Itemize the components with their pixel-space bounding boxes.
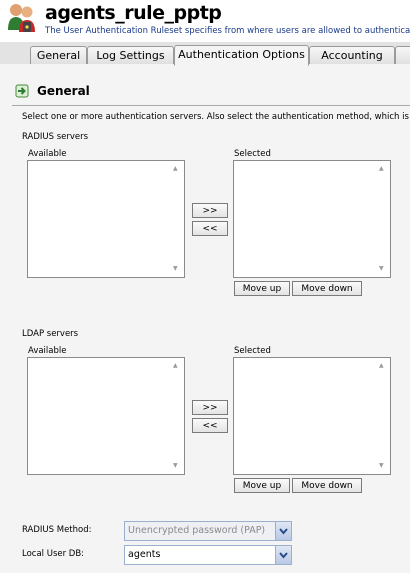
scroll-up-icon[interactable]: ▲ [379, 362, 384, 370]
radius-available-label: Available [28, 149, 67, 159]
section-description: Select one or more authentication server… [22, 112, 410, 122]
dropdown-arrow-box[interactable] [275, 546, 291, 564]
arrow-right-icon [15, 84, 29, 98]
scroll-up-icon[interactable]: ▲ [173, 165, 178, 173]
local-user-db-select[interactable]: agents [124, 545, 292, 565]
section-divider [12, 105, 410, 106]
ldap-selected-scrollbar[interactable]: ▲ ▼ [376, 358, 390, 474]
radius-move-down-button[interactable]: Move down [292, 281, 362, 296]
ldap-selected-list[interactable]: ▲ ▼ [233, 357, 391, 475]
ldap-add-button[interactable]: >> [192, 400, 228, 415]
page-subtitle: The User Authentication Ruleset specifie… [45, 26, 410, 36]
ldap-available-label: Available [28, 346, 67, 356]
scroll-down-icon[interactable]: ▼ [173, 265, 178, 273]
radius-selected-label: Selected [234, 149, 271, 159]
page-header: agents_rule_pptp The User Authentication… [0, 0, 410, 40]
tab-overflow[interactable] [395, 46, 410, 64]
users-icon [8, 4, 35, 32]
ldap-servers-heading: LDAP servers [22, 329, 79, 339]
tab-log-settings[interactable]: Log Settings [87, 46, 174, 64]
dropdown-arrow-box[interactable] [275, 522, 291, 540]
page-title: agents_rule_pptp [45, 2, 222, 24]
radius-selected-list[interactable]: ▲ ▼ [233, 160, 391, 278]
scroll-up-icon[interactable]: ▲ [379, 165, 384, 173]
radius-selected-scrollbar[interactable]: ▲ ▼ [376, 161, 390, 277]
tab-bar: General Log Settings Authentication Opti… [0, 42, 410, 66]
ldap-remove-button[interactable]: << [192, 418, 228, 433]
radius-available-list[interactable]: ▲ ▼ [27, 160, 185, 278]
ldap-available-scrollbar[interactable]: ▲ ▼ [170, 358, 184, 474]
tab-general[interactable]: General [30, 46, 87, 64]
chevron-down-icon [279, 528, 288, 535]
scroll-up-icon[interactable]: ▲ [173, 362, 178, 370]
radius-method-value: Unencrypted password (PAP) [128, 525, 266, 536]
scroll-down-icon[interactable]: ▼ [173, 462, 178, 470]
radius-method-select[interactable]: Unencrypted password (PAP) [124, 521, 292, 541]
radius-available-scrollbar[interactable]: ▲ ▼ [170, 161, 184, 277]
radius-add-button[interactable]: >> [192, 203, 228, 218]
local-user-db-value: agents [128, 549, 161, 560]
scroll-down-icon[interactable]: ▼ [379, 265, 384, 273]
section-title: General [37, 84, 90, 98]
tab-accounting[interactable]: Accounting [309, 46, 395, 64]
tab-authentication-options[interactable]: Authentication Options [174, 45, 309, 66]
ldap-move-up-button[interactable]: Move up [234, 478, 290, 493]
ldap-move-down-button[interactable]: Move down [292, 478, 362, 493]
ldap-selected-label: Selected [234, 346, 271, 356]
radius-remove-button[interactable]: << [192, 221, 228, 236]
radius-method-label: RADIUS Method: [22, 525, 92, 535]
radius-move-up-button[interactable]: Move up [234, 281, 290, 296]
ldap-available-list[interactable]: ▲ ▼ [27, 357, 185, 475]
chevron-down-icon [279, 552, 288, 559]
content-panel: General Select one or more authenticatio… [0, 64, 410, 573]
radius-servers-heading: RADIUS servers [22, 132, 89, 142]
local-user-db-label: Local User DB: [22, 549, 85, 559]
scroll-down-icon[interactable]: ▼ [379, 462, 384, 470]
